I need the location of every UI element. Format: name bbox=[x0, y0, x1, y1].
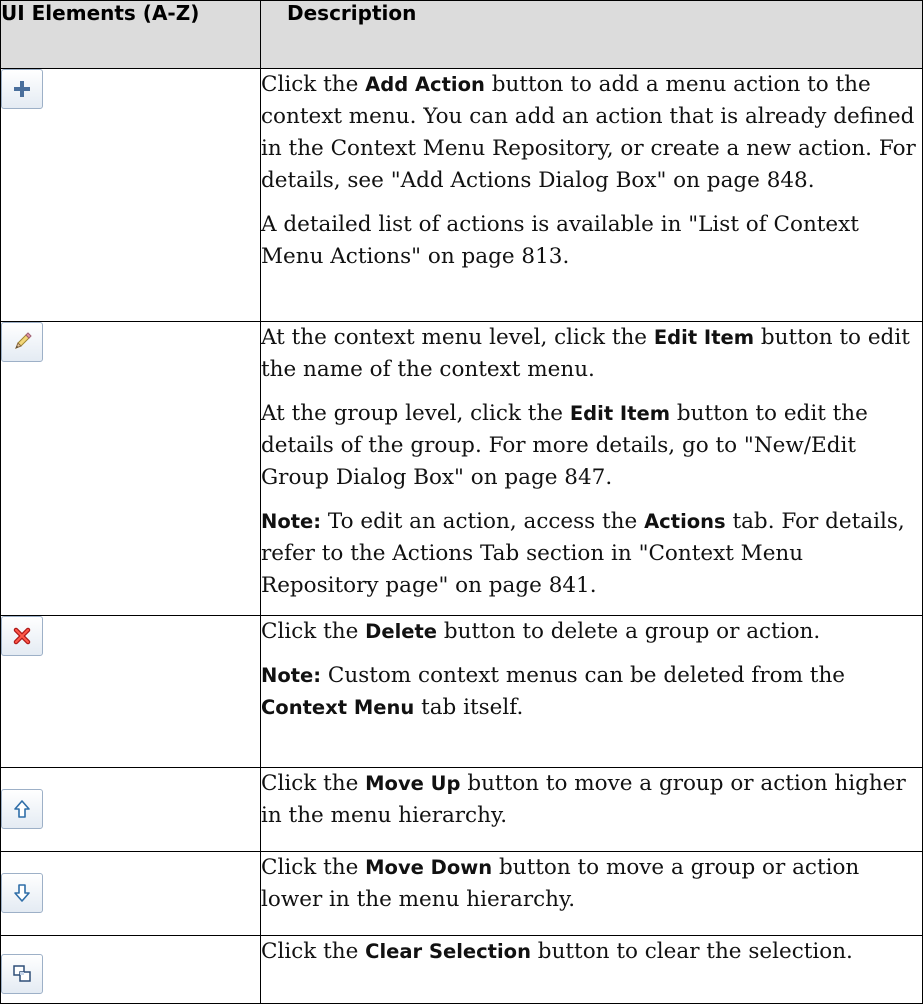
text-run: Click the bbox=[261, 619, 366, 644]
bold-term: Edit Item bbox=[569, 402, 671, 425]
text-run: Click the bbox=[261, 771, 366, 796]
description-paragraph: Note: To edit an action, access the Acti… bbox=[261, 506, 922, 602]
table-row-clear-selection: Click the Clear Selection button to clea… bbox=[0, 935, 923, 1004]
description-cell: Click the Clear Selection button to clea… bbox=[260, 935, 923, 1004]
bold-term: Actions bbox=[644, 510, 726, 533]
table-row-move-up: Click the Move Up button to move a group… bbox=[0, 767, 923, 852]
table-row-delete: Click the Delete button to delete a grou… bbox=[0, 615, 923, 768]
text-run: Click the bbox=[261, 939, 366, 964]
arrow-up-icon bbox=[14, 800, 30, 818]
description-paragraph: Note: Custom context menus can be delete… bbox=[261, 660, 922, 724]
text-run: At the context menu level, click the bbox=[261, 325, 654, 350]
bold-term: Clear Selection bbox=[365, 940, 531, 963]
icon-cell bbox=[0, 935, 261, 1004]
add-action-button[interactable] bbox=[1, 69, 43, 109]
description-paragraph: Click the Add Action button to add a men… bbox=[261, 69, 922, 197]
ui-elements-table: UI Elements (A-Z) Description Click the … bbox=[0, 0, 923, 1004]
text-run: button to delete a group or action. bbox=[437, 619, 821, 644]
move-down-button[interactable] bbox=[1, 873, 43, 913]
delete-button[interactable] bbox=[1, 616, 43, 656]
column-header-ui-elements: UI Elements (A-Z) bbox=[0, 0, 261, 69]
bold-term: Edit Item bbox=[653, 326, 755, 349]
description-paragraph: A detailed list of actions is available … bbox=[261, 209, 922, 273]
delete-x-icon bbox=[13, 627, 31, 645]
description-paragraph: Click the Move Down button to move a gro… bbox=[261, 852, 922, 916]
icon-cell bbox=[0, 321, 261, 616]
move-up-button[interactable] bbox=[1, 789, 43, 829]
bold-term: Move Down bbox=[365, 856, 493, 879]
icon-cell bbox=[0, 68, 261, 322]
table-row-add-action: Click the Add Action button to add a men… bbox=[0, 68, 923, 322]
bold-term: Delete bbox=[365, 620, 438, 643]
description-paragraph: At the context menu level, click the Edi… bbox=[261, 322, 922, 386]
text-run: A detailed list of actions is available … bbox=[261, 212, 859, 269]
description-paragraph: Click the Move Up button to move a group… bbox=[261, 768, 922, 832]
text-run: button to clear the selection. bbox=[530, 939, 853, 964]
arrow-down-icon bbox=[14, 884, 30, 902]
description-paragraph: Click the Clear Selection button to clea… bbox=[261, 936, 922, 968]
table-header-row: UI Elements (A-Z) Description bbox=[0, 0, 923, 69]
icon-cell bbox=[0, 851, 261, 936]
description-cell: At the context menu level, click the Edi… bbox=[260, 321, 923, 616]
description-paragraph: Click the Delete button to delete a grou… bbox=[261, 616, 922, 648]
text-run: Click the bbox=[261, 855, 366, 880]
table-row-edit-item: At the context menu level, click the Edi… bbox=[0, 321, 923, 616]
bold-term: Add Action bbox=[365, 73, 485, 96]
clear-selection-button[interactable] bbox=[1, 954, 43, 994]
bold-term: Context Menu bbox=[261, 696, 415, 719]
text-run: Custom context menus can be deleted from… bbox=[321, 663, 846, 688]
clear-selection-icon bbox=[13, 965, 31, 982]
text-run: tab itself. bbox=[414, 695, 524, 720]
bold-term: Note: bbox=[261, 664, 322, 687]
table-row-move-down: Click the Move Down button to move a gro… bbox=[0, 851, 923, 936]
text-run: To edit an action, access the bbox=[321, 509, 645, 534]
text-run: At the group level, click the bbox=[261, 401, 570, 426]
description-cell: Click the Add Action button to add a men… bbox=[260, 68, 923, 322]
column-header-description: Description bbox=[260, 0, 923, 69]
pencil-edit-icon bbox=[15, 332, 32, 349]
icon-cell bbox=[0, 615, 261, 768]
add-plus-icon bbox=[14, 81, 30, 97]
icon-cell bbox=[0, 767, 261, 852]
description-cell: Click the Move Up button to move a group… bbox=[260, 767, 923, 852]
bold-term: Note: bbox=[261, 510, 322, 533]
description-cell: Click the Move Down button to move a gro… bbox=[260, 851, 923, 936]
edit-item-button[interactable] bbox=[1, 322, 43, 362]
description-cell: Click the Delete button to delete a grou… bbox=[260, 615, 923, 768]
text-run: Click the bbox=[261, 72, 366, 97]
bold-term: Move Up bbox=[365, 772, 461, 795]
description-paragraph: At the group level, click the Edit Item … bbox=[261, 398, 922, 494]
